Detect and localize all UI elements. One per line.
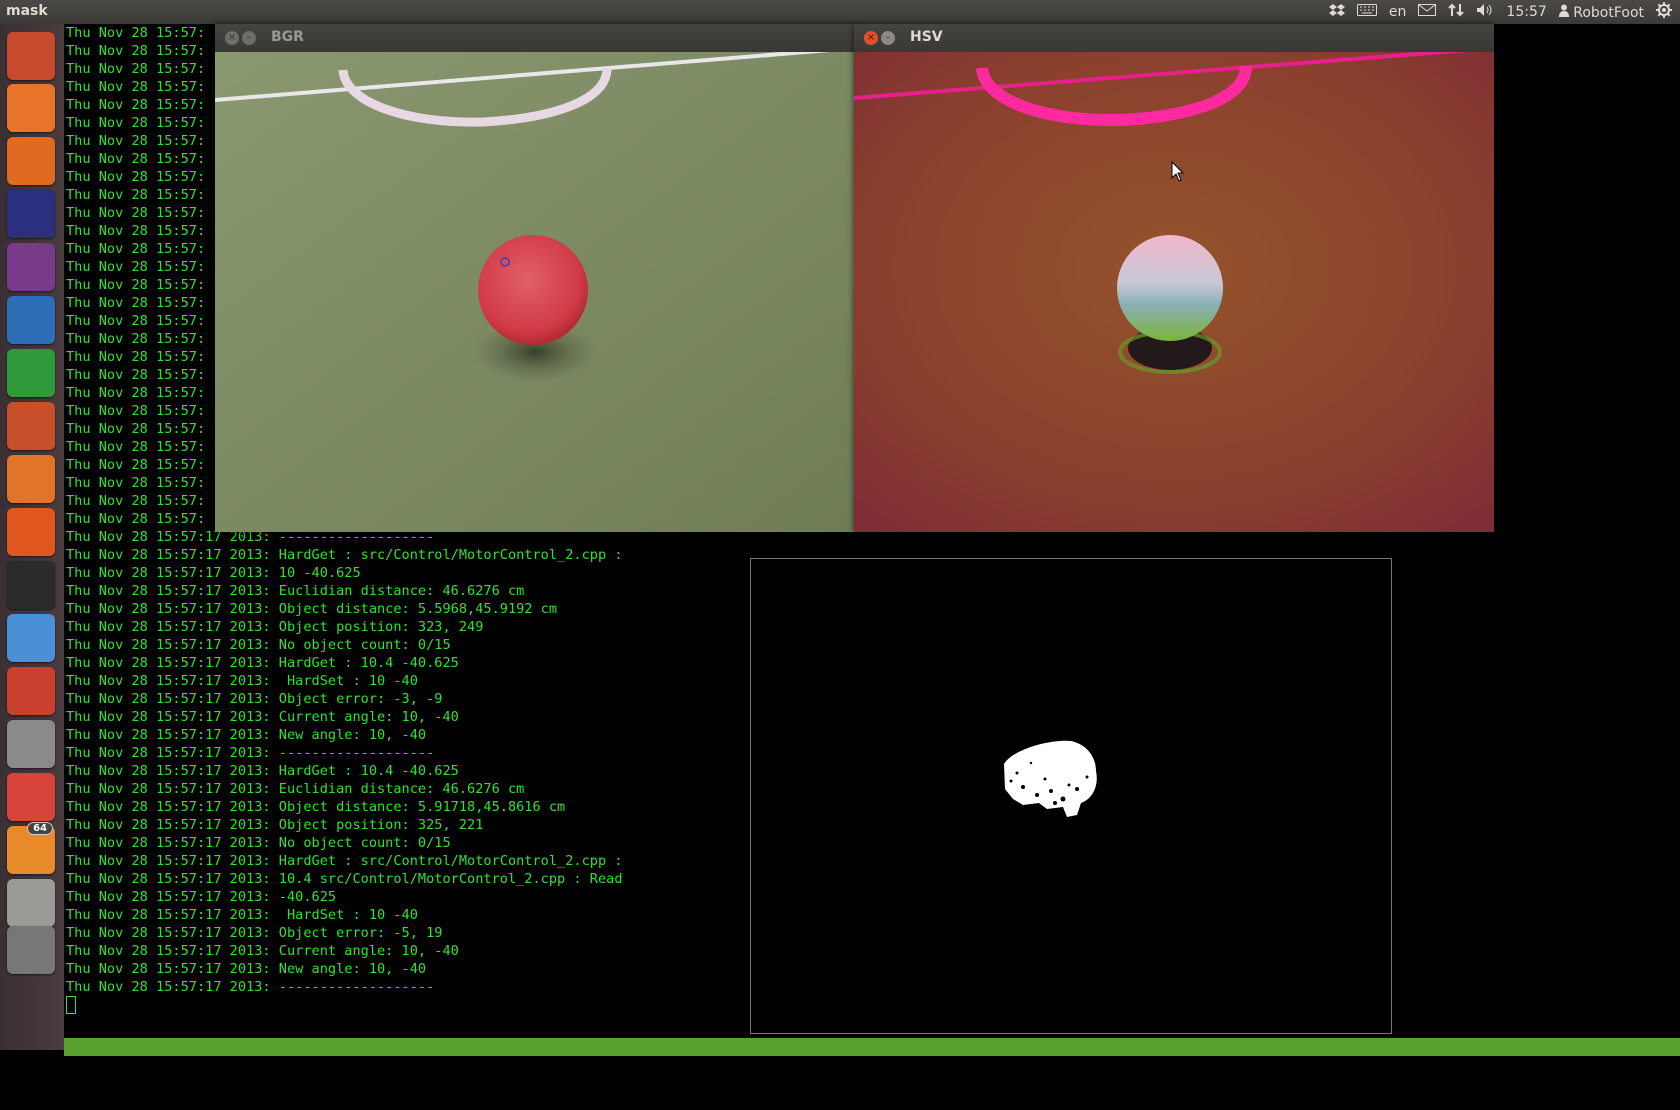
log-line: Thu Nov 28 15:57:17 2013: Euclidian dist… (66, 583, 525, 599)
system-settings-icon[interactable] (7, 667, 55, 715)
firefox-icon[interactable] (7, 137, 55, 185)
close-icon[interactable]: × (864, 31, 878, 45)
update-count-badge: 64 (27, 822, 53, 835)
log-line: Thu Nov 28 15:57:17 2013: Object distanc… (66, 799, 566, 815)
files-icon[interactable] (7, 84, 55, 132)
ubuntu-one-icon[interactable] (7, 508, 55, 556)
log-line: Thu Nov 28 15:57:17 2013: Object error: … (66, 925, 443, 941)
log-line: Thu Nov 28 15:57:17 2013: -40.625 (66, 889, 337, 905)
log-line: Thu Nov 28 15:57:17 2013: Current angle:… (66, 943, 459, 959)
network-icon[interactable] (1448, 2, 1465, 22)
impress-icon[interactable] (7, 402, 55, 450)
log-line: Thu Nov 28 15:57:17 2013: Current angle:… (66, 709, 459, 725)
close-icon[interactable]: × (225, 31, 239, 45)
dash-home-icon[interactable] (7, 32, 55, 80)
top-panel: mask en 15:57 RobotFoot (0, 0, 1680, 24)
log-line: Thu Nov 28 15:57:17 2013: 10 -40.625 (66, 565, 361, 581)
text-editor-icon[interactable] (7, 720, 55, 768)
log-line: Thu Nov 28 15:57:17 2013: --------------… (66, 979, 435, 995)
volume-icon[interactable] (1476, 3, 1494, 21)
bgr-camera-view (215, 52, 855, 532)
log-line: Thu Nov 28 15:57:17 2013: Object positio… (66, 619, 484, 635)
log-line: Thu Nov 28 15:57:17 2013: No object coun… (66, 835, 451, 851)
active-app-title: mask (6, 3, 48, 19)
keyboard-icon[interactable] (1356, 4, 1377, 20)
log-line: Thu Nov 28 15:57:17 2013: Object distanc… (66, 601, 558, 617)
eclipse-icon[interactable] (7, 190, 55, 238)
bgr-window-title: BGR (271, 29, 304, 45)
log-line: Thu Nov 28 15:57:17 2013: New angle: 10,… (66, 727, 427, 743)
tmux-window-list[interactable]: [0] 0:vi 1:bash* 2:vi- (66, 1056, 254, 1074)
log-line: Thu Nov 28 15:57:17 2013: HardSet : 10 -… (66, 673, 418, 689)
indicator-tray: en 15:57 RobotFoot (1328, 0, 1680, 24)
user-menu[interactable]: RobotFoot (1558, 4, 1644, 21)
terminal-cursor (66, 996, 76, 1014)
log-line: Thu Nov 28 15:57:17 2013: Euclidian dist… (66, 781, 525, 797)
mask-blob-image (1004, 740, 1097, 817)
dropbox-icon[interactable] (1328, 3, 1345, 21)
minimize-icon[interactable]: – (881, 31, 895, 45)
hsv-titlebar[interactable]: × – HSV (854, 24, 1494, 52)
user-icon (1558, 4, 1569, 21)
log-line: Thu Nov 28 15:57:17 2013: Object error: … (66, 691, 443, 707)
update-manager-icon[interactable]: 64 (7, 822, 55, 874)
calc-icon[interactable] (7, 349, 55, 397)
clock-label[interactable]: 15:57 (1506, 4, 1546, 20)
trash-icon[interactable] (7, 926, 55, 974)
launcher: 64 (0, 24, 65, 1050)
hsv-window-title: HSV (910, 29, 943, 45)
workspace-switcher-icon[interactable] (7, 879, 55, 927)
log-line: Thu Nov 28 15:57:17 2013: HardGet : src/… (66, 853, 623, 869)
hsv-window[interactable]: × – HSV (854, 24, 1494, 532)
bgr-window[interactable]: × – BGR (215, 24, 855, 532)
minimize-icon[interactable]: – (242, 31, 256, 45)
bgr-titlebar[interactable]: × – BGR (215, 24, 855, 52)
document-viewer-icon[interactable] (7, 773, 55, 821)
tmux-status-bar: [0] 0:vi 1:bash* 2:vi- "robotfoot" 15:57… (64, 1038, 1680, 1091)
log-line: Thu Nov 28 15:57:17 2013: New angle: 10,… (66, 961, 427, 977)
terminal-icon[interactable] (7, 561, 55, 609)
mask-window[interactable] (750, 558, 1392, 1034)
log-line: Thu Nov 28 15:57:17 2013: No object coun… (66, 637, 451, 653)
mail-icon[interactable] (1418, 4, 1437, 20)
log-line: Thu Nov 28 15:57:17 2013: HardGet : src/… (66, 547, 623, 563)
log-line: Thu Nov 28 15:57:17 2013: HardSet : 10 -… (66, 907, 418, 923)
log-line: Thu Nov 28 15:57:17 2013: HardGet : 10.4… (66, 655, 459, 671)
log-line: Thu Nov 28 15:57:17 2013: HardGet : 10.4… (66, 763, 459, 779)
hsv-camera-view (854, 52, 1494, 532)
gear-icon[interactable] (1656, 2, 1672, 22)
log-line: Thu Nov 28 15:57:17 2013: 10.4 src/Contr… (66, 871, 623, 887)
software-center-icon[interactable] (7, 455, 55, 503)
user-name-label: RobotFoot (1573, 4, 1644, 21)
keyboard-layout-label[interactable]: en (1389, 4, 1407, 20)
writer-icon[interactable] (7, 296, 55, 344)
dropbox-icon[interactable] (7, 614, 55, 662)
log-line: Thu Nov 28 15:57:17 2013: Object positio… (66, 817, 484, 833)
log-line: Thu Nov 28 15:57:17 2013: --------------… (66, 745, 435, 761)
app-grid-icon[interactable] (7, 243, 55, 291)
tmux-session-info: "robotfoot" 15:57 28-Nov-13 (1455, 1075, 1676, 1091)
